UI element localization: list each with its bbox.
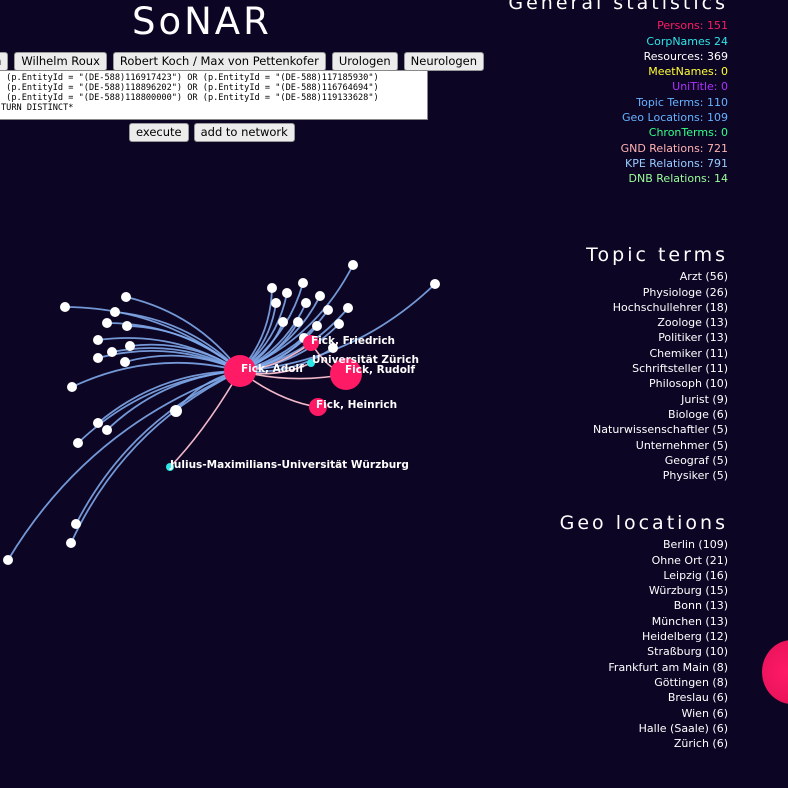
geo-item[interactable]: Bonn (13): [560, 598, 728, 613]
geo-item[interactable]: Göttingen (8): [560, 675, 728, 690]
topic-item[interactable]: Physiologe (26): [586, 285, 728, 300]
resource-node[interactable]: [122, 321, 132, 331]
resource-node[interactable]: [271, 298, 281, 308]
stat-item: UniTitle: 0: [672, 80, 728, 94]
resource-node[interactable]: [3, 555, 13, 565]
resource-node[interactable]: [93, 353, 103, 363]
topic-item[interactable]: Zoologe (13): [586, 315, 728, 330]
geo-locations-panel: Geo locations Berlin (109) Ohne Ort (21) L…: [559, 512, 728, 750]
geo-heading: Geo locations: [559, 512, 728, 534]
geo-item[interactable]: München (13): [560, 614, 728, 629]
resource-node[interactable]: [267, 283, 277, 293]
resource-node[interactable]: [323, 305, 333, 315]
resource-node[interactable]: [60, 302, 70, 312]
resource-node[interactable]: [66, 538, 76, 548]
node-label: Fick, Heinrich: [316, 399, 397, 411]
resource-node[interactable]: [67, 382, 77, 392]
resource-node[interactable]: [107, 347, 117, 357]
resource-node[interactable]: [334, 319, 344, 329]
resource-node[interactable]: [120, 357, 130, 367]
geo-item[interactable]: Ohne Ort (21): [560, 553, 728, 568]
topic-item[interactable]: Naturwissenschaftler (5): [586, 422, 728, 437]
node-label: Fick, Friedrich: [311, 335, 395, 347]
topic-item[interactable]: Arzt (56): [586, 269, 728, 284]
resource-node[interactable]: [278, 317, 288, 327]
resource-node[interactable]: [301, 298, 311, 308]
resource-node[interactable]: [315, 291, 325, 301]
topic-item[interactable]: Jurist (9): [586, 392, 728, 407]
topic-item[interactable]: Bibliothekar (4): [586, 483, 728, 484]
topic-heading: Topic terms: [586, 244, 728, 266]
geo-item[interactable]: Heidelberg (12): [560, 629, 728, 644]
resource-node[interactable]: [343, 303, 353, 313]
relation-edge: [70, 370, 241, 544]
resource-node[interactable]: [282, 288, 292, 298]
stat-item: Topic Terms: 110: [636, 95, 728, 109]
topic-list[interactable]: Arzt (56) Physiologe (26) Hochschullehrer …: [586, 269, 728, 484]
topic-item[interactable]: Physiker (5): [586, 468, 728, 483]
topic-item[interactable]: Geograf (5): [586, 453, 728, 468]
geo-item[interactable]: Leipzig (16): [560, 568, 728, 583]
node-label: Fick, Adolf: [241, 363, 304, 375]
resource-node[interactable]: [102, 318, 112, 328]
stat-item: KPE Relations: 791: [624, 156, 728, 170]
geo-item[interactable]: Zürich (6): [560, 736, 728, 750]
topic-item[interactable]: Biologe (6): [586, 407, 728, 422]
topic-item[interactable]: Politiker (13): [586, 330, 728, 345]
resource-node[interactable]: [430, 279, 440, 289]
resource-node[interactable]: [73, 438, 83, 448]
resource-node[interactable]: [125, 341, 135, 351]
resource-node[interactable]: [170, 405, 182, 417]
geo-item[interactable]: Wien (6): [560, 706, 728, 721]
topic-item[interactable]: Philosoph (10): [586, 376, 728, 391]
geo-list[interactable]: Berlin (109) Ohne Ort (21) Leipzig (16) Wür…: [560, 537, 728, 750]
stat-item: MeetNames: 0: [648, 65, 728, 79]
general-statistics-panel: General statistics Persons: 151 CorpNames…: [508, 0, 728, 187]
stat-item: DNB Relations: 14: [628, 172, 728, 186]
stat-item: CorpNames 24: [646, 34, 728, 48]
resource-node[interactable]: [102, 425, 112, 435]
resource-node[interactable]: [93, 418, 103, 428]
stat-item: Geo Locations: 109: [622, 111, 728, 125]
resource-node[interactable]: [312, 321, 322, 331]
stat-item: Resources: 369: [643, 49, 728, 63]
geo-item[interactable]: Berlin (109): [560, 537, 728, 552]
resource-node[interactable]: [293, 317, 303, 327]
topic-item[interactable]: Unternehmer (5): [586, 438, 728, 453]
resource-node[interactable]: [71, 519, 81, 529]
geo-item[interactable]: Frankfurt am Main (8): [560, 660, 728, 675]
topic-item[interactable]: Chemiker (11): [586, 346, 728, 361]
topic-terms-panel: Topic terms Arzt (56) Physiologe (26) Hoch…: [586, 244, 728, 484]
topic-item[interactable]: Hochschullehrer (18): [586, 300, 728, 315]
stats-heading: General statistics: [508, 0, 728, 14]
resource-node[interactable]: [121, 292, 131, 302]
node-label: Universität Zürich: [312, 354, 419, 366]
geo-item[interactable]: Halle (Saale) (6): [560, 721, 728, 736]
resource-node[interactable]: [93, 335, 103, 345]
stat-item: GND Relations: 721: [620, 141, 728, 155]
topic-item[interactable]: Schriftsteller (11): [586, 361, 728, 376]
geo-item[interactable]: Straßburg (10): [560, 644, 728, 659]
resource-node[interactable]: [298, 278, 308, 288]
stat-item: Persons: 151: [657, 19, 728, 33]
geo-item[interactable]: Breslau (6): [560, 690, 728, 705]
node-label: Julius-Maximilians-Universität Würzburg: [169, 459, 409, 471]
geo-item[interactable]: Würzburg (15): [560, 583, 728, 598]
resource-node[interactable]: [348, 260, 358, 270]
stat-item: ChronTerms: 0: [648, 126, 728, 140]
resource-node[interactable]: [110, 307, 120, 317]
